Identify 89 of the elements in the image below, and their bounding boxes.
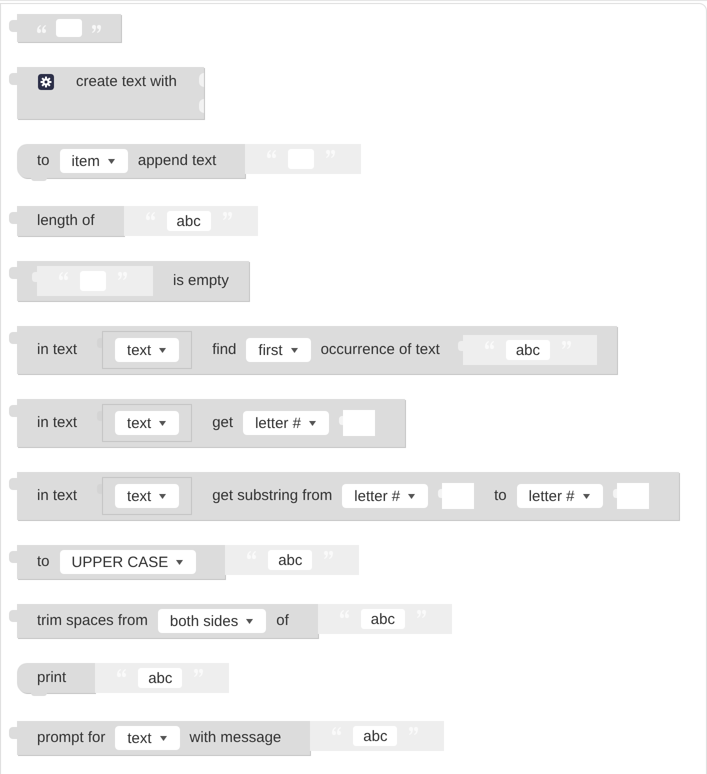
puzzle-nub [97,484,102,494]
caret-icon [246,618,254,624]
block-label: print [37,668,66,688]
block-label: occurrence of text [320,340,440,360]
puzzle-bump [31,178,47,181]
caret-icon [290,348,298,352]
block-label: length of [37,211,95,231]
dropdown-field[interactable]: letter # [342,484,428,508]
empty-socket [342,410,375,436]
puzzle-nub [97,338,102,348]
block-label: find [212,340,236,360]
dropdown-field[interactable]: UPPER CASE [60,550,196,574]
block-label: to [37,552,50,572]
puzzle-nub [97,411,102,421]
puzzle-bump [31,693,47,696]
input-notch [198,73,204,87]
variable-block[interactable]: text [102,331,192,369]
value-field[interactable]: abc [268,550,312,570]
puzzle-nub [9,727,17,739]
puzzle-nub [438,489,442,498]
dropdown-field[interactable]: letter # [516,484,603,508]
variable-block[interactable]: text [102,404,192,442]
puzzle-nub [9,551,17,563]
puzzle-nub [9,267,17,279]
gear-icon[interactable] [38,74,54,90]
code-block[interactable]: in text text get substring from letter # to letter # [17,472,679,520]
block-label: is empty [173,271,229,291]
value-field[interactable]: abc [360,609,405,629]
block-label: of [276,611,289,631]
value-field[interactable]: abc [353,726,398,746]
block-label: to [494,486,507,506]
dropdown-field[interactable]: text [115,726,180,750]
open-quote-icon [37,25,46,33]
puzzle-nub [9,20,17,32]
caret-icon [159,348,166,352]
code-block[interactable]: in text text get letter # [17,399,405,447]
code-block[interactable]: trim spaces from both sides of [17,604,318,638]
puzzle-nub [9,212,17,224]
caret-icon [308,420,316,426]
variable-block[interactable]: text [102,477,192,515]
dropdown-field[interactable]: first [246,338,311,362]
code-block[interactable]: to UPPER CASE [17,545,226,579]
block-label: append text [138,151,216,171]
code-block[interactable] [17,14,121,42]
block-label: get substring from [212,486,332,506]
block-label: get [212,413,234,433]
dropdown-field[interactable]: text [115,338,180,362]
dropdown-field[interactable]: item [60,149,128,173]
caret-icon [159,494,166,498]
caret-icon [160,736,167,740]
statement-block[interactable]: to item append text [17,144,246,178]
puzzle-nub [9,610,17,622]
empty-socket [616,483,649,509]
block-label: in text [37,486,78,506]
puzzle-nub [9,73,17,85]
block-label: create text with [76,72,177,92]
puzzle-nub [612,489,617,498]
dropdown-field[interactable]: text [115,484,180,508]
dropdown-field[interactable]: letter # [243,411,329,435]
block-label: in text [37,413,78,433]
block-label: prompt for [37,728,106,748]
caret-icon [176,560,184,564]
statement-block[interactable]: print [17,663,96,693]
caret-icon [108,158,115,164]
value-field[interactable]: abc [138,668,182,688]
code-block[interactable]: create text with [17,67,204,119]
empty-socket [442,483,474,509]
block-label: in text [37,340,78,360]
value-field[interactable] [56,19,82,37]
dropdown-field[interactable]: text [115,411,180,435]
value-field[interactable]: abc [506,340,550,360]
dropdown-field[interactable]: both sides [158,609,266,633]
code-block[interactable]: in text text find first occurrence of text abc [17,326,617,374]
puzzle-nub [9,332,17,344]
code-block[interactable]: prompt for text with message [17,721,310,755]
close-quote-icon [92,25,101,33]
value-field[interactable]: abc [166,211,211,231]
input-notch [198,99,204,113]
caret-icon [408,494,416,498]
puzzle-nub [9,478,17,490]
puzzle-nub [338,416,343,425]
caret-icon [159,420,166,426]
code-block[interactable]: length of [17,206,124,236]
block-label: with message [190,728,282,748]
block-label: to [37,151,50,171]
code-block[interactable]: is empty [17,261,249,301]
puzzle-nub [9,405,17,417]
caret-icon [582,494,590,498]
block-label: trim spaces from [37,611,148,631]
